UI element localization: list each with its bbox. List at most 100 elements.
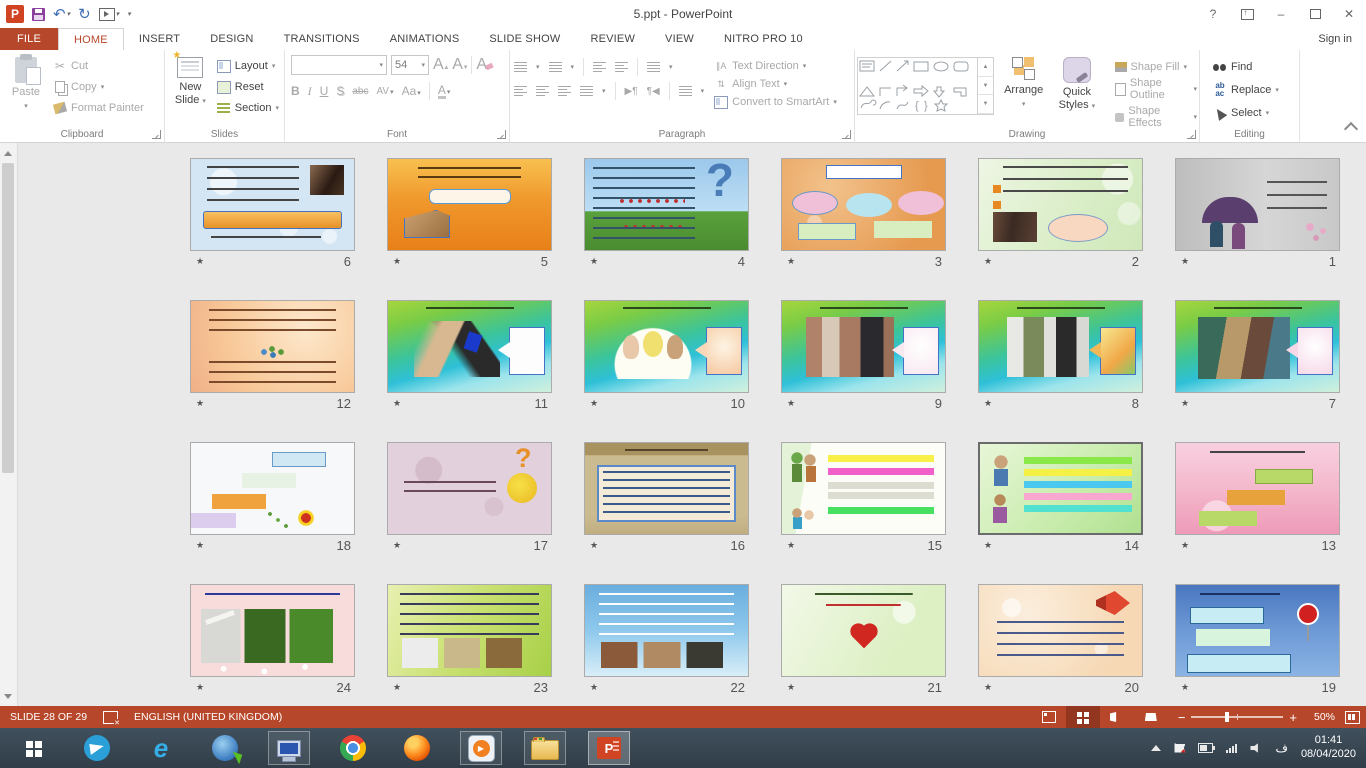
network-signal-icon[interactable] — [1226, 744, 1237, 753]
animation-indicator-star-icon[interactable]: ★ — [1175, 540, 1189, 551]
paragraph-dialog-launcher[interactable] — [842, 130, 851, 139]
slide-thumbnail-13[interactable] — [1175, 442, 1340, 535]
select-button[interactable]: Select▾ — [1210, 105, 1297, 121]
taskbar-idm-button[interactable] — [204, 731, 246, 765]
strikethrough-button[interactable]: abc — [352, 86, 368, 97]
action-center-flag-icon[interactable] — [1174, 744, 1185, 753]
show-hidden-icons-chevron[interactable] — [1151, 745, 1161, 751]
tab-view[interactable]: VIEW — [650, 28, 709, 50]
replace-button[interactable]: abacReplace▾ — [1210, 82, 1297, 98]
animation-indicator-star-icon[interactable]: ★ — [190, 256, 204, 267]
tab-transitions[interactable]: TRANSITIONS — [269, 28, 375, 50]
slide-thumbnail-2[interactable] — [978, 158, 1143, 251]
taskbar-internet-explorer-button[interactable]: e — [140, 731, 182, 765]
minimize-button[interactable]: – — [1264, 0, 1298, 28]
slide-thumbnail-18[interactable] — [190, 442, 355, 535]
text-direction-dropdown-icon[interactable]: ▾ — [803, 62, 807, 70]
scroll-up-icon[interactable] — [0, 145, 16, 161]
rtl-text-direction-icon[interactable]: ¶◀ — [647, 86, 660, 97]
tab-file[interactable]: FILE — [0, 28, 58, 50]
animation-indicator-star-icon[interactable]: ★ — [781, 398, 795, 409]
animation-indicator-star-icon[interactable]: ★ — [978, 540, 992, 551]
shape-effects-dropdown-icon[interactable]: ▾ — [1193, 113, 1197, 121]
slide-thumbnail-15[interactable] — [781, 442, 946, 535]
fit-to-window-button[interactable] — [1345, 711, 1360, 724]
animation-indicator-star-icon[interactable]: ★ — [781, 256, 795, 267]
taskbar-telegram-button[interactable] — [76, 731, 118, 765]
find-button[interactable]: Find — [1210, 59, 1297, 75]
animation-indicator-star-icon[interactable]: ★ — [1175, 682, 1189, 693]
slide-thumbnail-9[interactable] — [781, 300, 946, 393]
animation-indicator-star-icon[interactable]: ★ — [387, 398, 401, 409]
gallery-down-icon[interactable]: ▼ — [978, 77, 993, 96]
text-shadow-button[interactable]: S — [336, 84, 344, 98]
select-dropdown-icon[interactable]: ▾ — [1266, 109, 1270, 117]
slide-thumbnail-22[interactable] — [584, 584, 749, 677]
keyboard-language-indicator[interactable]: ف — [1275, 741, 1287, 755]
slide-show-button[interactable] — [1134, 706, 1168, 728]
zoom-in-button[interactable]: + — [1289, 711, 1297, 724]
shapes-gallery-scrollbar[interactable]: ▲ ▼ ▼ — [977, 58, 993, 114]
animation-indicator-star-icon[interactable]: ★ — [978, 256, 992, 267]
align-left-icon[interactable] — [514, 86, 527, 97]
taskbar-file-explorer-button[interactable] — [524, 731, 566, 765]
font-name-combobox[interactable]: ▾ — [291, 55, 387, 75]
section-button[interactable]: Section▾ — [214, 100, 282, 116]
clipboard-dialog-launcher[interactable] — [152, 130, 161, 139]
slide-thumbnail-14[interactable] — [978, 442, 1143, 535]
copy-dropdown-icon[interactable]: ▾ — [101, 83, 105, 91]
shapes-gallery[interactable]: { } ▲ ▼ ▼ — [857, 57, 994, 115]
shape-fill-button[interactable]: Shape Fill▾ — [1115, 61, 1197, 73]
reset-button[interactable]: Reset — [214, 79, 282, 95]
animation-indicator-star-icon[interactable]: ★ — [584, 540, 598, 551]
zoom-slider[interactable] — [1191, 716, 1283, 718]
volume-icon[interactable] — [1250, 743, 1262, 754]
help-button[interactable]: ? — [1196, 0, 1230, 28]
format-painter-button[interactable]: Format Painter — [50, 100, 147, 116]
save-button[interactable] — [32, 8, 45, 21]
zoom-slider-handle[interactable] — [1225, 712, 1229, 722]
character-spacing-button[interactable]: AV▾ — [376, 86, 393, 97]
zoom-percentage[interactable]: 50% — [1305, 711, 1335, 723]
slide-thumbnail-5[interactable] — [387, 158, 552, 251]
animation-indicator-star-icon[interactable]: ★ — [781, 540, 795, 551]
quick-styles-dropdown-icon[interactable]: ▾ — [1092, 103, 1096, 110]
start-from-beginning-button[interactable]: ▾ — [99, 8, 120, 21]
increase-font-size-button[interactable]: A▴ — [433, 56, 448, 74]
increase-indent-icon[interactable] — [615, 62, 628, 73]
arrange-button[interactable]: Arrange ▾ — [1000, 53, 1047, 123]
shape-fill-dropdown-icon[interactable]: ▾ — [1183, 63, 1187, 71]
columns-dropdown-icon[interactable]: ▾ — [701, 87, 705, 95]
undo-dropdown-icon[interactable]: ▾ — [67, 11, 71, 18]
slideshow-dropdown-icon[interactable]: ▾ — [116, 11, 120, 18]
new-slide-dropdown-icon[interactable]: ▾ — [202, 98, 206, 105]
tab-design[interactable]: DESIGN — [195, 28, 268, 50]
underline-button[interactable]: U — [320, 84, 329, 98]
slide-thumbnail-23[interactable] — [387, 584, 552, 677]
spell-check-icon[interactable] — [103, 711, 118, 724]
ribbon-display-options-button[interactable] — [1230, 0, 1264, 28]
decrease-font-size-button[interactable]: A▾ — [452, 56, 467, 74]
copy-button[interactable]: Copy▾ — [50, 79, 147, 95]
slide-thumbnail-10[interactable] — [584, 300, 749, 393]
slide-thumbnail-12[interactable] — [190, 300, 355, 393]
animation-indicator-star-icon[interactable]: ★ — [387, 256, 401, 267]
columns-icon[interactable] — [679, 86, 692, 97]
paste-button[interactable]: Paste ▾ — [2, 53, 50, 123]
shape-outline-button[interactable]: Shape Outline▾ — [1115, 77, 1197, 101]
close-button[interactable]: ✕ — [1332, 0, 1366, 28]
layout-dropdown-icon[interactable]: ▾ — [272, 62, 276, 70]
animation-indicator-star-icon[interactable]: ★ — [584, 682, 598, 693]
slide-thumbnail-24[interactable] — [190, 584, 355, 677]
character-spacing-dropdown-icon[interactable]: ▾ — [390, 88, 394, 96]
slide-thumbnail-21[interactable] — [781, 584, 946, 677]
animation-indicator-star-icon[interactable]: ★ — [387, 682, 401, 693]
align-text-dropdown-icon[interactable]: ▾ — [784, 80, 788, 88]
slide-thumbnail-6[interactable] — [190, 158, 355, 251]
smartart-dropdown-icon[interactable]: ▾ — [833, 98, 837, 106]
slide-thumbnail-7[interactable] — [1175, 300, 1340, 393]
tab-nitro-pro[interactable]: NITRO PRO 10 — [709, 28, 818, 50]
section-dropdown-icon[interactable]: ▾ — [275, 104, 279, 112]
font-color-dropdown-icon[interactable]: ▾ — [447, 88, 451, 96]
reading-view-button[interactable] — [1100, 706, 1134, 728]
